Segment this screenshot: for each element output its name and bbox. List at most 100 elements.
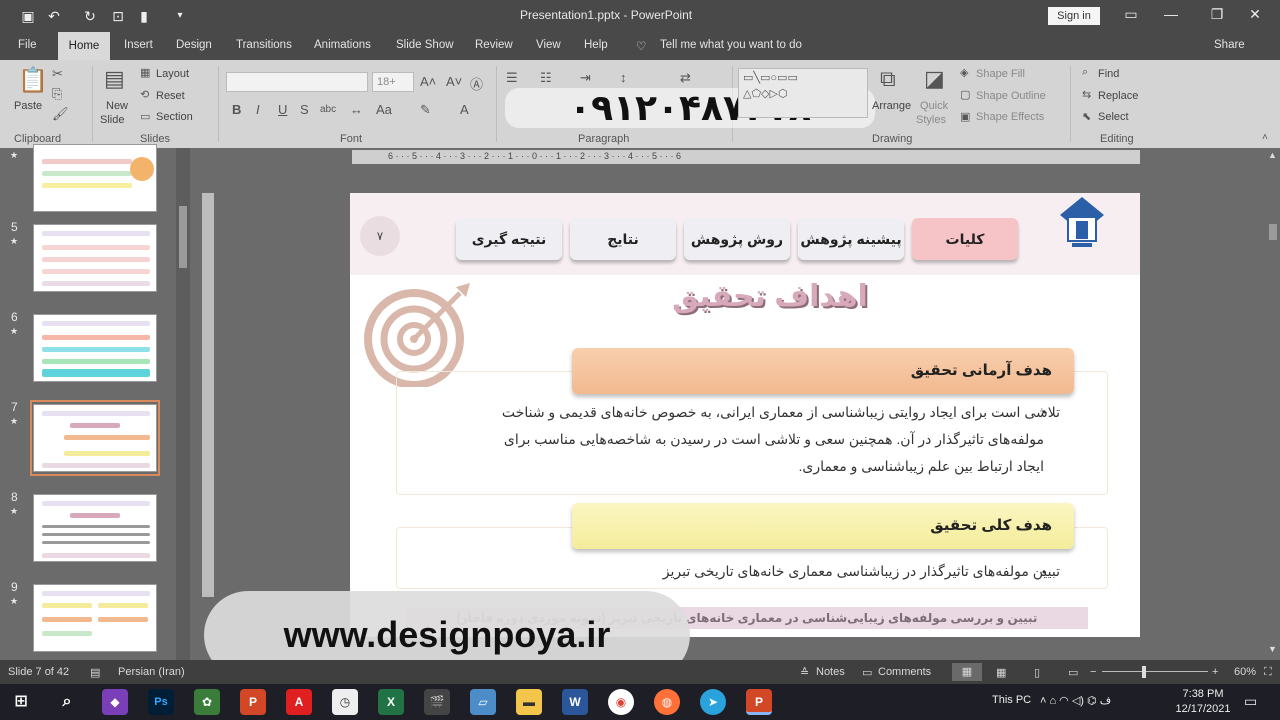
slide-thumbnail[interactable]: [33, 584, 157, 652]
reading-view-icon[interactable]: ▯: [1034, 666, 1040, 679]
format-painter-icon[interactable]: 🖌: [52, 106, 69, 122]
slide-thumbnail[interactable]: [33, 144, 157, 212]
bold-icon[interactable]: B: [232, 102, 241, 117]
language-indicator[interactable]: Persian (Iran): [118, 666, 185, 678]
find-button[interactable]: Find: [1098, 68, 1119, 80]
tab-insert[interactable]: Insert: [124, 39, 153, 51]
shape-effects-button[interactable]: Shape Effects: [976, 111, 1044, 123]
clear-formatting-icon[interactable]: Ⓐ: [470, 74, 483, 93]
fit-slide-icon[interactable]: ⛶: [1264, 666, 1272, 679]
shape-outline-button[interactable]: Shape Outline: [976, 90, 1046, 102]
layout-button[interactable]: Layout: [156, 68, 189, 80]
app-icon[interactable]: ▱: [470, 689, 496, 715]
font-color-icon[interactable]: A: [460, 102, 469, 117]
tell-me-search[interactable]: Tell me what you want to do: [660, 39, 802, 51]
notification-icon[interactable]: ▭: [1244, 693, 1257, 710]
tab-home[interactable]: Home: [58, 32, 110, 60]
paste-button[interactable]: Paste: [14, 100, 42, 112]
minimize-icon[interactable]: —: [1160, 6, 1182, 22]
zoom-slider-thumb[interactable]: [1142, 666, 1146, 678]
shapes-gallery[interactable]: ▭╲▭○▭▭ △⬠◇▷⬡: [738, 68, 868, 118]
spell-check-icon[interactable]: ▤: [90, 666, 100, 679]
shadow-icon[interactable]: S: [300, 102, 309, 117]
nav-kolliyat[interactable]: کلیات: [912, 218, 1018, 260]
scroll-up-icon[interactable]: ▲: [1268, 150, 1277, 160]
line-spacing-icon[interactable]: ↕: [620, 70, 627, 85]
font-name-input[interactable]: [226, 72, 368, 92]
file-explorer-icon[interactable]: ▬: [516, 689, 542, 715]
firefox-icon[interactable]: ◍: [654, 689, 680, 715]
slide-scrollbar[interactable]: ▲ ▼: [1266, 148, 1280, 660]
save-icon[interactable]: ▣: [18, 6, 38, 26]
notes-button[interactable]: Notes: [816, 666, 845, 678]
slide-thumbnail[interactable]: [33, 314, 157, 382]
arrange-icon[interactable]: ⧉: [880, 66, 896, 92]
collapse-ribbon-icon[interactable]: ˄: [1262, 132, 1268, 143]
telegram-icon[interactable]: ➤: [700, 689, 726, 715]
tab-review[interactable]: Review: [475, 39, 513, 51]
arrange-button[interactable]: Arrange: [872, 100, 911, 112]
tray-icons[interactable]: ˄ ⌂ ◠ ◁) ⌬ ف: [1040, 694, 1111, 707]
thumbnail-scrollbar[interactable]: [176, 148, 190, 660]
comments-button[interactable]: Comments: [878, 666, 931, 678]
highlight-icon[interactable]: ✎: [420, 102, 431, 118]
replace-button[interactable]: Replace: [1098, 90, 1138, 102]
quick-styles-label-2[interactable]: Styles: [916, 114, 946, 126]
shape-fill-button[interactable]: Shape Fill: [976, 68, 1025, 80]
share-button[interactable]: Share: [1214, 39, 1245, 51]
cut-icon[interactable]: ✂: [52, 66, 63, 82]
ribbon-display-icon[interactable]: ▭: [1120, 6, 1142, 23]
slide-thumbnail[interactable]: [33, 224, 157, 292]
nav-pishineh-pazhuhesh[interactable]: پیشینه پژوهش: [798, 218, 904, 260]
indent-icon[interactable]: ⇥: [580, 70, 591, 86]
sign-in-button[interactable]: Sign in: [1048, 7, 1100, 25]
undo-icon[interactable]: ↶: [44, 6, 64, 26]
excel-icon[interactable]: X: [378, 689, 404, 715]
app-icon[interactable]: ◆: [102, 689, 128, 715]
restore-icon[interactable]: ❐: [1206, 6, 1228, 23]
tab-file[interactable]: File: [18, 39, 37, 51]
text-direction-icon[interactable]: ⇄: [680, 70, 691, 86]
slide-canvas[interactable]: ۷ نتیجه گیری نتایج روش پژوهش پیشینه پژوه…: [350, 193, 1140, 637]
scroll-down-icon[interactable]: ▼: [1268, 644, 1277, 654]
strikethrough-icon[interactable]: abc: [320, 104, 336, 115]
tab-slide-show[interactable]: Slide Show: [396, 39, 454, 51]
reset-button[interactable]: Reset: [156, 90, 185, 102]
redo-icon[interactable]: ↻: [80, 6, 100, 26]
slideshow-view-icon[interactable]: ▭: [1068, 666, 1078, 679]
nav-natijeh-giri[interactable]: نتیجه گیری: [456, 218, 562, 260]
slide-scroll-thumb[interactable]: [1269, 224, 1277, 240]
quick-styles-icon[interactable]: ◪: [924, 66, 945, 92]
chrome-icon[interactable]: ◉: [608, 689, 634, 715]
paste-icon[interactable]: 📋: [18, 66, 48, 95]
normal-view-icon[interactable]: ▦: [952, 663, 982, 681]
active-powerpoint-icon[interactable]: P: [746, 689, 772, 715]
slide-thumbnail-selected[interactable]: [33, 404, 157, 472]
close-icon[interactable]: ✕: [1244, 6, 1266, 23]
zoom-out-icon[interactable]: −: [1090, 666, 1096, 678]
start-from-beginning-icon[interactable]: ⊡: [108, 6, 128, 26]
new-slide-label-2[interactable]: Slide: [100, 114, 124, 126]
thumbnail-scroll-thumb[interactable]: [179, 206, 187, 268]
underline-icon[interactable]: U: [278, 102, 287, 117]
slide-sorter-icon[interactable]: ▦: [996, 666, 1006, 679]
zoom-level[interactable]: 60%: [1234, 666, 1256, 678]
video-editor-icon[interactable]: 🎬: [424, 689, 450, 715]
nav-ravesh-pazhuhesh[interactable]: روش پژوهش: [684, 218, 790, 260]
search-icon[interactable]: ⌕: [54, 689, 80, 715]
change-case-icon[interactable]: Aa: [376, 102, 392, 117]
tab-animations[interactable]: Animations: [314, 39, 371, 51]
quick-styles-label-1[interactable]: Quick: [920, 100, 948, 112]
tab-help[interactable]: Help: [584, 39, 608, 51]
app-icon[interactable]: ✿: [194, 689, 220, 715]
nav-nataayej[interactable]: نتایج: [570, 218, 676, 260]
char-spacing-icon[interactable]: ↔: [350, 102, 363, 117]
pinned-powerpoint-icon[interactable]: P: [240, 689, 266, 715]
zoom-slider[interactable]: [1102, 671, 1208, 672]
tab-design[interactable]: Design: [176, 39, 212, 51]
decrease-font-icon[interactable]: A˅: [446, 74, 462, 89]
numbering-icon[interactable]: ☷: [540, 70, 552, 86]
copy-icon[interactable]: ⎘: [52, 86, 62, 102]
zoom-in-icon[interactable]: +: [1212, 666, 1218, 678]
font-size-input[interactable]: 18+: [372, 72, 414, 92]
